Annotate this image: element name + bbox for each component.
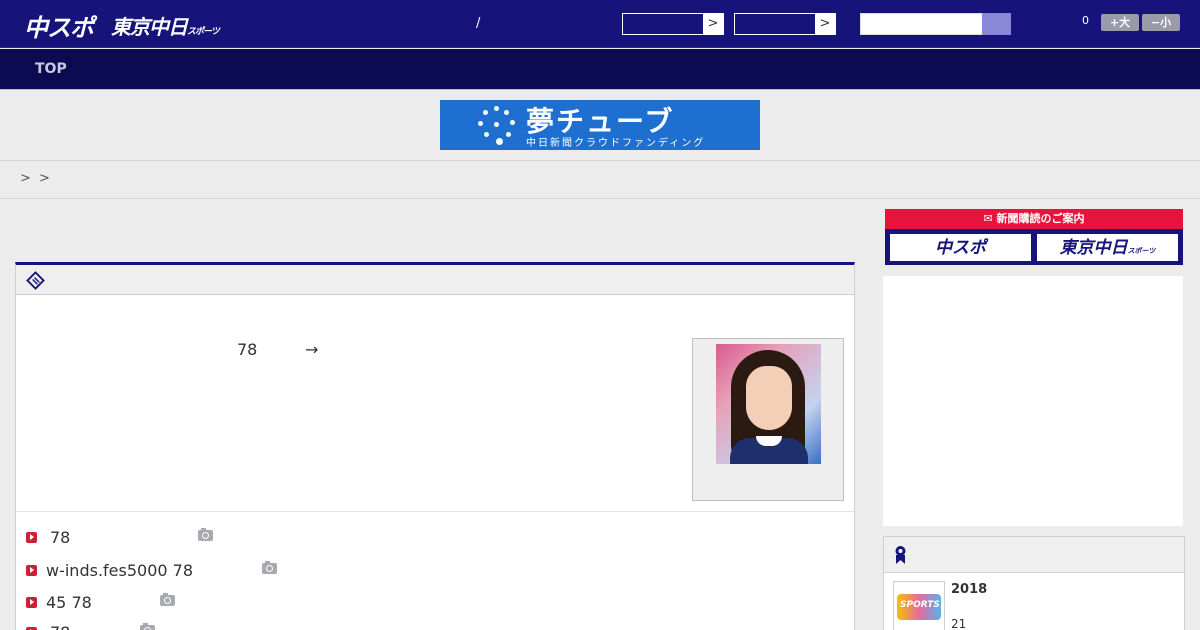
related-link-text: 45 78 (46, 593, 92, 612)
search-input[interactable] (860, 13, 983, 35)
font-size-count: 0 (1082, 14, 1089, 27)
article-panel-header (16, 265, 854, 295)
category-select-1[interactable]: > (622, 13, 724, 35)
subscription-box: ✉ 新聞購読のご案内 中スポ 東京中日スポーツ (885, 209, 1183, 265)
camera-icon (262, 561, 277, 574)
breadcrumb-separator: > (39, 171, 50, 186)
search-button[interactable] (982, 13, 1011, 35)
subscribe-tokyo-text: 東京中日 (1059, 238, 1128, 258)
arrow-bullet-icon (26, 597, 37, 608)
tokyo-logo-suffix: スポーツ (187, 27, 220, 37)
subscribe-tokyo-button[interactable]: 東京中日スポーツ (1036, 233, 1179, 262)
divider (16, 511, 854, 512)
camera-icon (160, 593, 175, 606)
arrow-bullet-icon (26, 532, 37, 543)
breadcrumb-separator: > (20, 171, 31, 186)
chuspo-logo[interactable]: 中スポ (24, 8, 94, 43)
category-select-2[interactable]: > (734, 13, 836, 35)
ranking-panel-header (884, 537, 1184, 573)
header-slash: / (476, 16, 481, 31)
banner-area: 夢チューブ 中日新聞クラウドファンディング (0, 90, 1200, 161)
breadcrumb: > > (0, 161, 1200, 199)
article-photo-frame[interactable] (692, 338, 844, 501)
tokyo-logo-text: 東京中日 (111, 15, 188, 39)
subscription-label: ✉ 新聞購読のご案内 (885, 209, 1183, 229)
subscribe-tokyo-suffix: スポーツ (1127, 247, 1156, 255)
arrow-bullet-icon (26, 565, 37, 576)
subscribe-chuspo-button[interactable]: 中スポ (889, 233, 1032, 262)
tokyo-chunichi-logo[interactable]: 東京中日スポーツ (111, 11, 220, 40)
article-panel: 78 → 78 w-inds.fes5000 78 45 78 78 (15, 262, 855, 630)
camera-icon (140, 623, 155, 630)
article-photo (716, 344, 821, 464)
chevron-right-icon: > (815, 14, 835, 34)
article-lead-arrow: → (305, 340, 319, 359)
related-link-text: 78 (50, 528, 71, 547)
global-nav: TOP (0, 49, 1200, 90)
dots-logo-icon (476, 106, 516, 145)
ranking-panel: SPORTS!! 2018 21 (883, 536, 1185, 630)
article-lead-number: 78 (237, 340, 258, 359)
nav-item-top[interactable]: TOP (35, 61, 67, 77)
ranking-number: 21 (951, 617, 967, 630)
site-header: 中スポ 東京中日スポーツ / > > 0 +大 −小 (0, 0, 1200, 48)
related-link-text: w-inds.fes5000 78 (46, 561, 193, 580)
ribbon-icon (895, 546, 906, 564)
ranking-thumbnail[interactable]: SPORTS!! (893, 581, 949, 630)
camera-icon (198, 528, 213, 541)
ad-slot (883, 276, 1183, 526)
yume-tube-banner[interactable]: 夢チューブ 中日新聞クラウドファンディング (440, 100, 760, 150)
banner-subtitle: 中日新聞クラウドファンディング (526, 138, 706, 149)
font-smaller-button[interactable]: −小 (1142, 14, 1180, 31)
chevron-right-icon: > (703, 14, 723, 34)
ranking-year[interactable]: 2018 (951, 582, 987, 597)
ranking-thumbnail-label: SPORTS!! (900, 600, 949, 610)
font-bigger-button[interactable]: +大 (1101, 14, 1139, 31)
related-link-text: 78 (50, 623, 70, 630)
article-icon (26, 271, 45, 290)
